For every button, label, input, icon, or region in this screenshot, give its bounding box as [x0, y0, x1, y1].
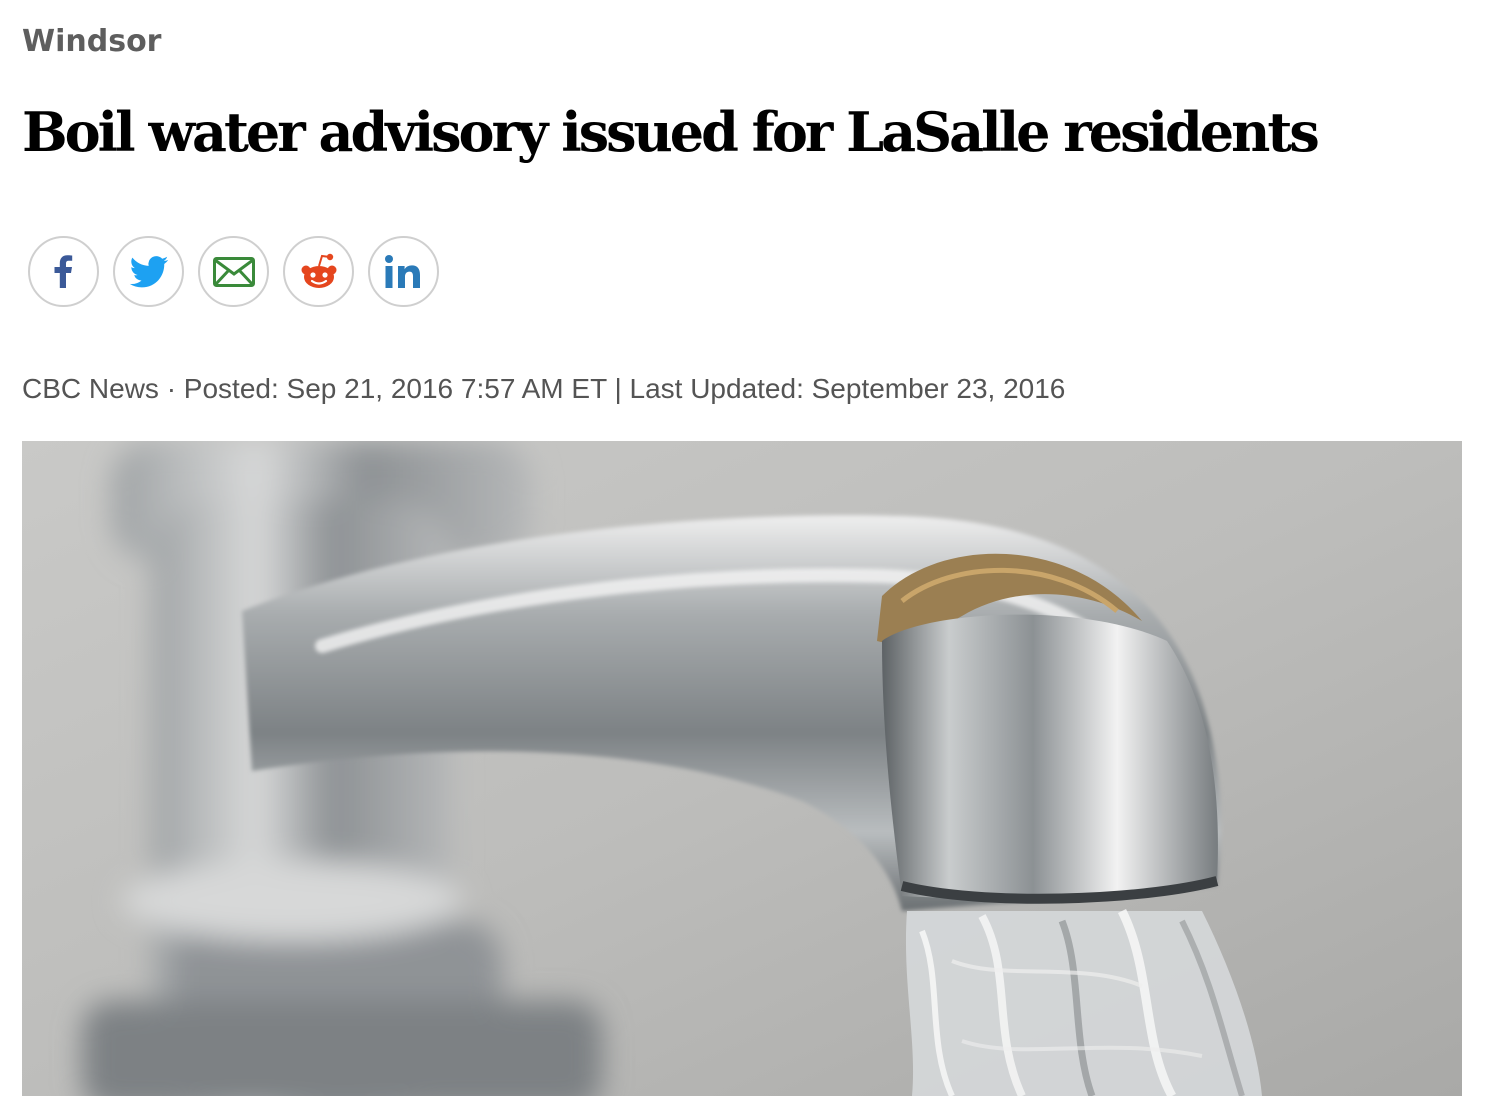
article-page: Windsor Boil water advisory issued for L… — [0, 0, 1488, 1096]
article-headline: Boil water advisory issued for LaSalle r… — [22, 100, 1320, 164]
share-facebook-button[interactable] — [28, 236, 99, 307]
email-icon — [212, 256, 255, 287]
reddit-icon — [298, 251, 340, 293]
article-byline: CBC News · Posted: Sep 21, 2016 7:57 AM … — [22, 373, 1066, 404]
share-email-button[interactable] — [198, 236, 269, 307]
hero-image — [22, 441, 1462, 1096]
section-link[interactable]: Windsor — [22, 20, 161, 64]
faucet-photo — [22, 441, 1462, 1096]
linkedin-icon — [384, 254, 424, 290]
facebook-icon — [44, 252, 84, 292]
share-twitter-button[interactable] — [113, 236, 184, 307]
share-linkedin-button[interactable] — [368, 236, 439, 307]
twitter-icon — [128, 251, 170, 293]
share-reddit-button[interactable] — [283, 236, 354, 307]
share-bar — [28, 236, 439, 307]
